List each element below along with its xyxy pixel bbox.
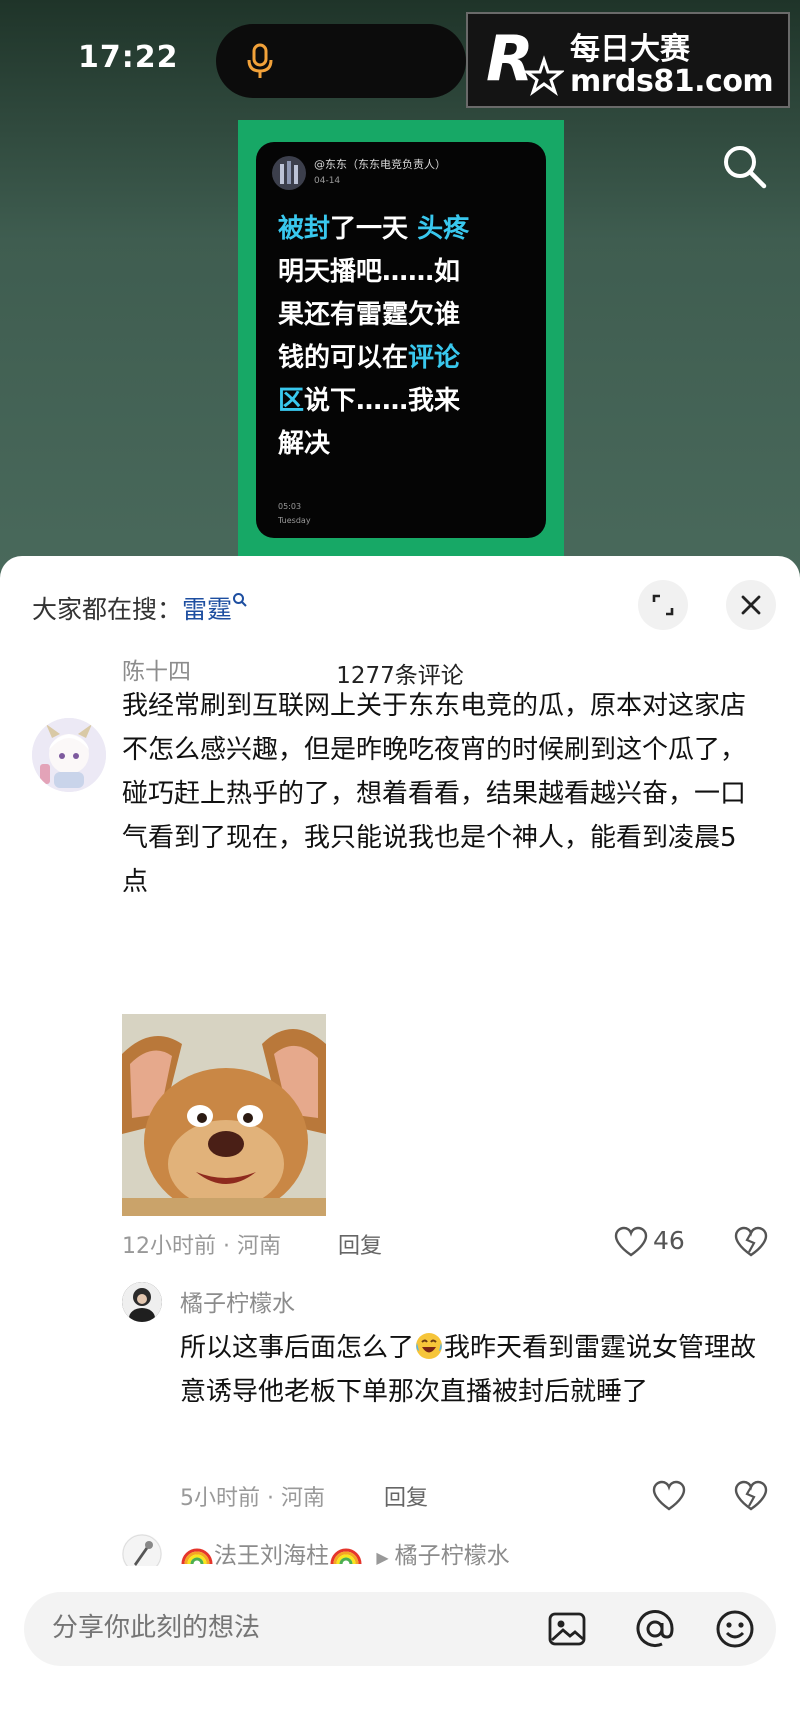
watermark-name: 每日大赛 (570, 32, 690, 67)
small-search-icon (233, 593, 247, 607)
comment-image[interactable] (122, 1014, 326, 1216)
expand-icon (652, 594, 674, 616)
post-date: 04-14 (314, 176, 341, 186)
dislike-icon[interactable] (734, 1226, 768, 1258)
comment-input-bar (0, 1566, 800, 1736)
heart-icon[interactable] (614, 1226, 648, 1258)
reply-button[interactable]: 回复 (338, 1228, 382, 1260)
status-time: 17:22 (78, 40, 179, 75)
rainbow-icon (181, 1548, 213, 1565)
like-count: 46 (653, 1226, 685, 1255)
trending-search[interactable]: 大家都在搜：雷霆 (32, 590, 248, 626)
comment-author[interactable]: 陈十四 (122, 652, 191, 686)
reply-text: 所以这事后面怎么了 我昨天看到雷霆说女管理故意诱导他老板下单那次直播被封后就睡了 (180, 1333, 757, 1407)
close-button[interactable] (726, 580, 776, 630)
mic-icon (247, 43, 273, 78)
reply-author[interactable]: 法王刘海柱 ▶ 橘子柠檬水 (180, 1536, 510, 1570)
avatar[interactable] (32, 718, 106, 792)
post-author: @东东（东东电竞负责人） (314, 158, 446, 171)
reply-author[interactable]: 橘子柠檬水 (180, 1284, 295, 1318)
comment-input[interactable] (50, 1612, 474, 1644)
rainbow-icon (330, 1548, 362, 1565)
at-icon[interactable] (632, 1606, 678, 1652)
post-text: 被封了一天 头疼 明天播吧……如 果还有雷霆欠谁 钱的可以在评论 区说下……我来… (278, 214, 470, 459)
watermark-url: mrds81.com (570, 64, 774, 99)
dislike-icon[interactable] (734, 1480, 768, 1512)
reply-button[interactable]: 回复 (384, 1480, 428, 1512)
dynamic-island (216, 24, 466, 98)
search-icon[interactable] (720, 142, 768, 190)
post-time: 05:03 (278, 502, 302, 511)
post-day: Tuesday (278, 516, 311, 525)
comment-input-box[interactable] (24, 1592, 776, 1666)
watermark: R 每日大赛 mrds81.com (466, 12, 790, 108)
image-icon[interactable] (544, 1606, 590, 1652)
trending-keyword: 雷霆 (182, 595, 233, 624)
comment-text: 我经常刷到互联网上关于东东电竞的瓜，原本对这家店不怎么感兴趣，但是昨晚吃夜宵的时… (122, 691, 747, 897)
post-avatar (272, 156, 306, 190)
heart-icon[interactable] (652, 1480, 686, 1512)
reply-meta: 5小时前 · 河南 (180, 1486, 325, 1511)
emoji-icon[interactable] (712, 1606, 758, 1652)
avatar[interactable] (122, 1282, 162, 1322)
post-card: @东东（东东电竞负责人） 04-14 被封了一天 头疼 明天播吧……如 果还有雷… (256, 142, 546, 538)
comments-sheet: 大家都在搜：雷霆 1277条评论 陈十四 我经常刷到互联网上关于东东电竞的瓜，原… (0, 556, 800, 1736)
post-image[interactable]: @东东（东东电竞负责人） 04-14 被封了一天 头疼 明天播吧……如 果还有雷… (238, 120, 564, 560)
watermark-logo: R (486, 24, 564, 96)
crying-laugh-emoji-icon (416, 1333, 443, 1359)
close-icon (741, 595, 761, 615)
comment-meta: 12小时前 · 河南 (122, 1234, 281, 1259)
expand-button[interactable] (638, 580, 688, 630)
reply-arrow-icon: ▶ (376, 1548, 389, 1567)
svg-text:R: R (486, 24, 534, 95)
